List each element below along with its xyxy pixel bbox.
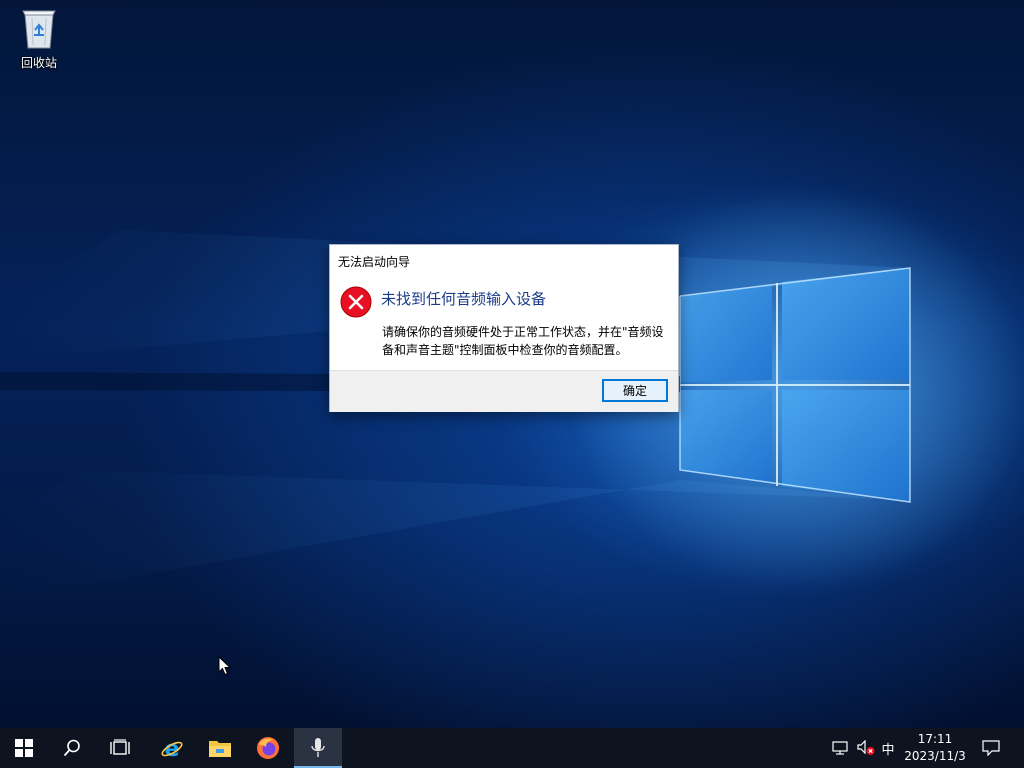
task-view-button[interactable] <box>96 728 144 768</box>
volume-button[interactable] <box>854 728 878 768</box>
file-explorer-button[interactable] <box>196 728 244 768</box>
network-icon <box>832 741 848 755</box>
microphone-icon <box>311 738 325 757</box>
clock[interactable]: 17:11 2023/11/3 <box>900 731 970 765</box>
search-icon <box>63 739 80 757</box>
firefox-button[interactable] <box>244 728 292 768</box>
folder-icon <box>209 741 231 757</box>
recycle-bin-icon <box>22 10 56 49</box>
mouse-pointer-icon <box>218 656 232 676</box>
taskbar: e 中 17:11 2023/11/3 <box>0 728 1024 768</box>
windows-logo-icon <box>15 739 33 757</box>
desktop: 回收站 无法启动向导 未找到任何音频输入设备 请确保你的音频硬件处于正常工作状态… <box>0 0 1024 728</box>
dialog-heading: 未找到任何音频输入设备 <box>381 290 547 308</box>
clock-date: 2023/11/3 <box>904 749 966 763</box>
dialog-title: 无法启动向导 <box>338 255 411 269</box>
clock-time: 17:11 <box>917 732 953 746</box>
start-button[interactable] <box>0 728 48 768</box>
task-view-icon <box>110 739 130 755</box>
firefox-icon <box>257 737 279 759</box>
error-dialog: 无法启动向导 未找到任何音频输入设备 请确保你的音频硬件处于正常工作状态，并在"… <box>329 244 679 412</box>
voice-recorder-button[interactable] <box>294 728 342 768</box>
internet-explorer-button[interactable]: e <box>148 728 196 768</box>
dialog-message: 请确保你的音频硬件处于正常工作状态，并在"音频设备和声音主题"控制面板中检查你的… <box>382 325 664 357</box>
ime-indicator[interactable]: 中 <box>878 728 898 768</box>
ok-button[interactable]: 确定 <box>602 379 668 402</box>
recycle-bin-label: 回收站 <box>20 56 57 70</box>
network-button[interactable] <box>828 728 852 768</box>
volume-muted-icon <box>857 740 875 755</box>
search-button[interactable] <box>48 728 96 768</box>
internet-explorer-icon: e <box>161 737 183 760</box>
notification-icon <box>982 740 1000 756</box>
error-icon <box>340 286 372 318</box>
recycle-bin-shortcut[interactable]: 回收站 <box>8 6 70 76</box>
notification-button[interactable] <box>978 728 1004 768</box>
